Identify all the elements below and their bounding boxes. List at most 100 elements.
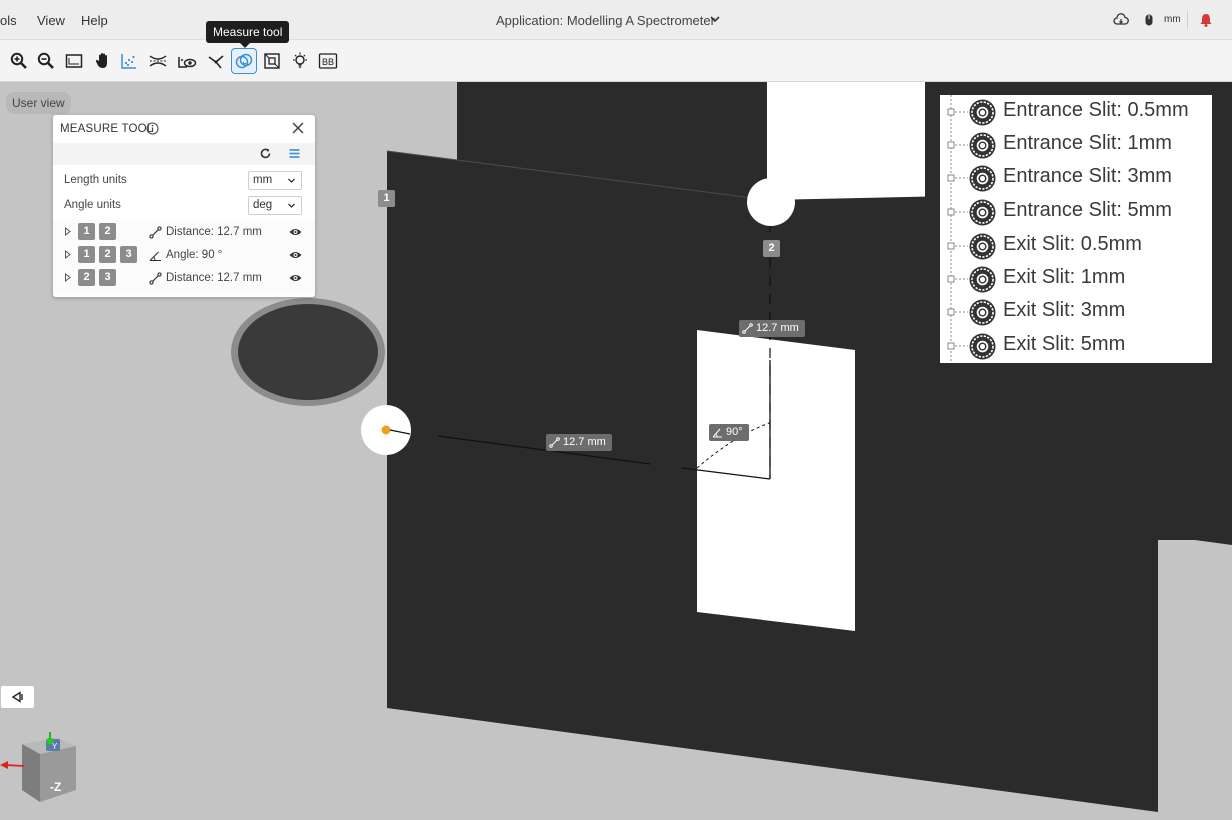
part-entrance-slit-5[interactable]: Entrance Slit: 5mm [968, 195, 1212, 229]
horizontal-distance-label[interactable]: 12.7 mm [546, 434, 612, 451]
bb-icon: BB [318, 53, 338, 69]
navigation-cube[interactable]: Y -Z [0, 728, 84, 808]
panel-action-bar [53, 143, 315, 165]
horizontal-distance-value: 12.7 mm [563, 436, 606, 448]
expand-triangle-icon[interactable] [64, 227, 72, 236]
parts-list-panel: Entrance Slit: 0.5mm Entrance Slit: 1mm … [940, 95, 1212, 363]
part-exit-slit-0-5[interactable]: Exit Slit: 0.5mm [968, 229, 1212, 263]
menu-help[interactable]: Help [81, 13, 108, 28]
user-view-label[interactable]: User view [6, 92, 71, 114]
units-indicator[interactable]: mm [1164, 14, 1181, 25]
pan-button[interactable] [90, 48, 116, 74]
part-icon [969, 333, 996, 360]
length-units-value: mm [253, 174, 273, 186]
menubar-divider [1187, 11, 1188, 29]
eye-icon[interactable] [289, 249, 302, 261]
distance-icon [549, 437, 560, 448]
measure-point-2-marker[interactable] [747, 178, 795, 226]
point-badge: 1 [78, 246, 95, 263]
distance-icon [149, 272, 162, 285]
refresh-icon[interactable] [259, 147, 272, 160]
light-button[interactable] [287, 48, 313, 74]
part-label: Entrance Slit: 1mm [1003, 132, 1172, 154]
measurement-row[interactable]: 1 2 Distance: 12.7 mm [53, 221, 315, 243]
point-1-badge[interactable]: 1 [378, 190, 395, 207]
length-units-label: Length units [64, 174, 127, 186]
bounding-box-icon [264, 53, 280, 69]
bounding-box-button[interactable] [259, 48, 285, 74]
part-entrance-slit-3[interactable]: Entrance Slit: 3mm [968, 161, 1212, 195]
part-icon [969, 299, 996, 326]
measurement-text: Distance: 12.7 mm [166, 272, 262, 284]
zoom-in-icon [10, 52, 27, 69]
vertical-distance-label[interactable]: 12.7 mm [739, 320, 805, 337]
section-button[interactable] [145, 48, 171, 74]
measure-icon [235, 53, 253, 69]
length-units-select[interactable]: mm [248, 171, 302, 190]
part-label: Entrance Slit: 5mm [1003, 199, 1172, 221]
part-entrance-slit-1[interactable]: Entrance Slit: 1mm [968, 128, 1212, 162]
x-axis-arrowhead [0, 761, 8, 769]
hand-icon [95, 53, 107, 68]
axes-button[interactable] [203, 48, 229, 74]
measurement-row[interactable]: 1 2 3 Angle: 90 ° [53, 244, 315, 266]
cloud-sync-icon[interactable] [1113, 12, 1129, 28]
part-exit-slit-1[interactable]: Exit Slit: 1mm [968, 262, 1212, 296]
info-icon[interactable] [146, 122, 159, 135]
measurement-list: 1 2 Distance: 12.7 mm 1 2 3 Angle: 90 ° … [53, 219, 315, 295]
chevron-down-icon[interactable] [708, 12, 722, 26]
vertical-distance-value: 12.7 mm [756, 322, 799, 334]
cube-face-label: -Z [50, 780, 61, 794]
part-icon [969, 132, 996, 159]
menu-icon[interactable] [288, 147, 301, 160]
zoom-in-button[interactable] [6, 48, 32, 74]
angle-value: 90° [726, 426, 743, 438]
point-badge: 2 [78, 269, 95, 286]
collapse-panel-button[interactable] [1, 686, 34, 708]
app-title[interactable]: Application: Modelling A Spectrometer [496, 13, 715, 28]
panel-header: MEASURE TOOL [53, 115, 315, 143]
close-icon[interactable] [291, 121, 305, 135]
menu-view[interactable]: View [37, 13, 65, 28]
scatter-plot-icon [121, 54, 136, 69]
cube-top-label: Y [52, 742, 58, 751]
point-badge: 3 [120, 246, 137, 263]
measurement-row[interactable]: 2 3 Distance: 12.7 mm [53, 267, 315, 289]
point-2-badge[interactable]: 2 [763, 240, 780, 257]
angle-icon [149, 251, 161, 262]
visibility-button[interactable] [174, 48, 200, 74]
panel-title: MEASURE TOOL [60, 123, 154, 135]
cube-left-face[interactable] [22, 744, 40, 802]
bb-label: BB [322, 57, 334, 67]
bb-button[interactable]: BB [315, 48, 341, 74]
measure-tool-button[interactable] [231, 48, 257, 74]
expand-triangle-icon[interactable] [64, 273, 72, 282]
point-badge: 2 [99, 246, 116, 263]
distance-icon [742, 323, 753, 334]
eye-icon[interactable] [289, 272, 302, 284]
mouse-icon[interactable] [1141, 12, 1157, 28]
measurement-text: Angle: 90 ° [166, 249, 223, 261]
y-axis-handle[interactable] [46, 737, 54, 745]
scatter-button[interactable] [116, 48, 142, 74]
menu-tools[interactable]: ols [0, 13, 17, 28]
section-icon [149, 55, 167, 67]
part-label: Exit Slit: 0.5mm [1003, 233, 1142, 255]
angle-icon [712, 428, 722, 438]
lens-body[interactable] [238, 304, 378, 400]
angle-units-select[interactable]: deg [248, 196, 302, 215]
fit-view-button[interactable] [61, 48, 87, 74]
bell-icon[interactable] [1198, 12, 1214, 28]
visibility-icon [178, 57, 197, 68]
part-label: Exit Slit: 5mm [1003, 333, 1126, 355]
angle-label[interactable]: 90° [709, 424, 749, 441]
part-exit-slit-3[interactable]: Exit Slit: 3mm [968, 295, 1212, 329]
slit-opening [697, 330, 855, 631]
part-entrance-slit-0-5[interactable]: Entrance Slit: 0.5mm [968, 95, 1212, 129]
eye-icon[interactable] [289, 226, 302, 238]
active-point-dot[interactable] [381, 425, 391, 435]
expand-triangle-icon[interactable] [64, 250, 72, 259]
measure-tool-panel: MEASURE TOOL Length units mm Angle units… [53, 115, 315, 297]
zoom-out-button[interactable] [33, 48, 59, 74]
part-exit-slit-5[interactable]: Exit Slit: 5mm [968, 329, 1212, 363]
